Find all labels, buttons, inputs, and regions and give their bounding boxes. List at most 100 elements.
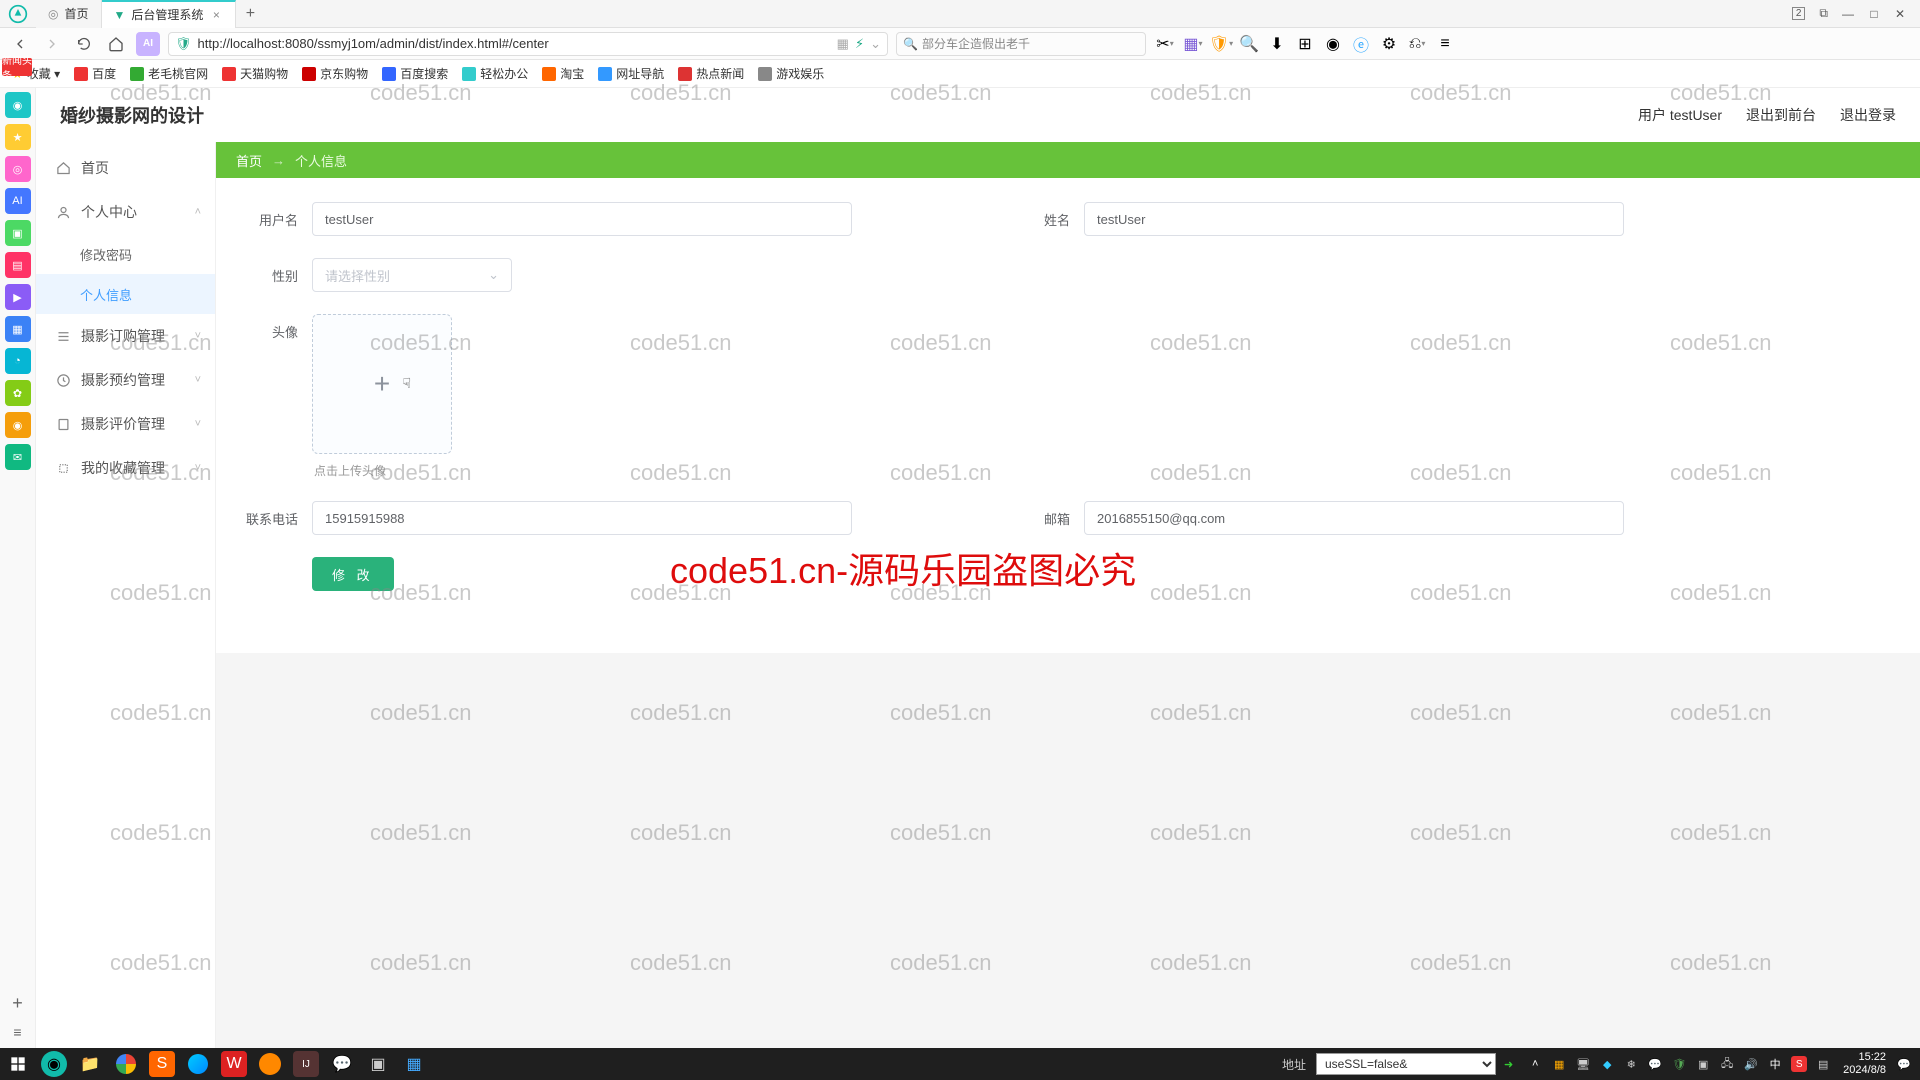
chevron-down-icon[interactable]: ⌄ [870,36,881,52]
bookmark-item[interactable]: 热点新闻 [678,65,744,82]
tray-icon[interactable]: ◆ [1599,1056,1615,1072]
os-icon[interactable]: AI [5,188,31,214]
os-icon[interactable]: ▤ [5,252,31,278]
tray-icon[interactable]: ▦ [1551,1056,1567,1072]
tray-notification-icon[interactable]: 💬 [1896,1056,1912,1072]
bookmark-item[interactable]: 网址导航 [598,65,664,82]
header-logout[interactable]: 退出登录 [1840,105,1896,125]
close-icon[interactable]: × [209,8,223,22]
tab-home[interactable]: ◎ 首页 [36,0,102,28]
sidebar-sub-profile[interactable]: 个人信息 [36,274,215,314]
reload-button[interactable] [72,32,96,56]
gear-icon[interactable]: ⚙ [1378,33,1400,55]
sidebar-item-review[interactable]: 摄影评价管理 ˅ [36,402,215,446]
taskbar-app[interactable]: IJ [293,1051,319,1077]
bookmark-item[interactable]: 京东购物 [302,65,368,82]
avatar-uploader[interactable]: + ☟ [312,314,452,454]
cut-icon[interactable]: ✂▾ [1154,33,1176,55]
name-input[interactable] [1084,202,1624,236]
phone-input[interactable] [312,501,852,535]
os-icon[interactable]: ◉ [5,92,31,118]
taskbar-app[interactable]: ▦ [396,1048,432,1080]
email-input[interactable] [1084,501,1624,535]
tray-icon[interactable]: 💬 [1647,1056,1663,1072]
taskbar-app[interactable] [252,1048,288,1080]
sidebar-item-personal[interactable]: 个人中心 ˄ [36,190,215,234]
taskbar-go-icon[interactable]: ➜ [1504,1058,1513,1071]
tray-volume-icon[interactable]: 🔊 [1743,1056,1759,1072]
flash-icon[interactable]: ⚡︎ [855,36,864,52]
maximize-button[interactable]: □ [1868,8,1880,20]
apps-icon[interactable]: ⊞ [1294,33,1316,55]
search-input[interactable]: 🔍 部分车企造假出老千 [896,32,1146,56]
tray-icon[interactable]: 🛡 [1671,1056,1687,1072]
add-button[interactable]: + [12,993,23,1014]
tray-icon[interactable]: ❄ [1623,1056,1639,1072]
taskbar-app[interactable] [180,1048,216,1080]
bookmark-item[interactable]: 老毛桃官网 [130,65,208,82]
os-icon[interactable]: ★ [5,124,31,150]
os-icon[interactable]: ▦ [5,316,31,342]
tab-admin[interactable]: ▼ 后台管理系统 × [102,0,237,28]
username-input[interactable] [312,202,852,236]
taskbar-app[interactable]: W [221,1051,247,1077]
shield2-icon[interactable]: 🛡▾ [1210,33,1232,55]
window-ext-icon[interactable]: ⧉ [1819,6,1828,21]
ie-icon[interactable]: ⓔ [1350,33,1372,55]
minimize-button[interactable]: — [1842,8,1854,20]
restore-icon[interactable]: ⎌▾ [1406,33,1428,55]
sidebar-item-home[interactable]: 首页 [36,146,215,190]
taskbar-app[interactable] [108,1048,144,1080]
zoom-icon[interactable]: 🔍 [1238,33,1260,55]
chrome-icon[interactable]: ◉ [1322,33,1344,55]
tray-icon[interactable]: ▤ [1815,1056,1831,1072]
bookmark-item[interactable]: 百度搜索 [382,65,448,82]
os-icon[interactable]: ✿ [5,380,31,406]
tray-icon[interactable]: S [1791,1056,1807,1072]
qr-icon[interactable]: ▦ [837,36,849,52]
taskbar-app[interactable]: 📁 [72,1048,108,1080]
bookmark-item[interactable]: 淘宝 [542,65,584,82]
tray-icon[interactable]: ▣ [1695,1056,1711,1072]
sidebar-item-favorite[interactable]: 我的收藏管理 ˅ [36,446,215,490]
tray-icon[interactable]: 🖥 [1575,1056,1591,1072]
os-icon[interactable]: ◎ [5,156,31,182]
breadcrumb-home[interactable]: 首页 [236,151,262,170]
menu-icon[interactable]: ≡ [1434,33,1456,55]
tray-chevron-icon[interactable]: ˄ [1527,1056,1543,1072]
start-button[interactable] [0,1048,36,1080]
taskbar-app[interactable]: 💬 [324,1048,360,1080]
taskbar-select[interactable]: useSSL=false& [1316,1053,1496,1075]
ai-button[interactable]: AI [136,32,160,56]
forward-button[interactable] [40,32,64,56]
bookmark-item[interactable]: 天猫购物 [222,65,288,82]
bookmark-item[interactable]: 游戏娱乐 [758,65,824,82]
list-button[interactable]: ≡ [13,1024,21,1040]
bookmark-item[interactable]: 轻松办公 [462,65,528,82]
submit-button[interactable]: 修 改 [312,557,394,591]
sidebar-item-reservation[interactable]: 摄影预约管理 ˅ [36,358,215,402]
tray-network-icon[interactable]: 🖧 [1719,1056,1735,1072]
home-button[interactable] [104,32,128,56]
news-badge[interactable]: 新闻头条 [2,58,32,76]
taskbar-clock[interactable]: 15:22 2024/8/8 [1843,1051,1886,1077]
new-tab-button[interactable]: + [236,5,264,23]
taskbar-app[interactable]: ▣ [360,1048,396,1080]
sidebar-sub-password[interactable]: 修改密码 [36,234,215,274]
sidebar-item-order[interactable]: 摄影订购管理 ˅ [36,314,215,358]
header-user[interactable]: 用户 testUser [1638,105,1722,125]
os-icon[interactable]: ✉ [5,444,31,470]
taskbar-app[interactable]: S [149,1051,175,1077]
os-icon[interactable]: ▣ [5,220,31,246]
close-button[interactable]: ✕ [1894,8,1906,20]
url-input[interactable]: 🛡 http://localhost:8080/ssmyj1om/admin/d… [168,32,888,56]
taskbar-app[interactable]: ◉ [41,1051,67,1077]
os-icon[interactable]: ▶ [5,284,31,310]
os-icon[interactable]: ◔ [5,348,31,374]
header-to-front[interactable]: 退出到前台 [1746,105,1816,125]
gender-select[interactable]: 请选择性别 ⌄ [312,258,512,292]
bookmark-item[interactable]: 百度 [74,65,116,82]
download-icon[interactable]: ⬇ [1266,33,1288,55]
os-icon[interactable]: ◉ [5,412,31,438]
grid-icon[interactable]: ▦▾ [1182,33,1204,55]
